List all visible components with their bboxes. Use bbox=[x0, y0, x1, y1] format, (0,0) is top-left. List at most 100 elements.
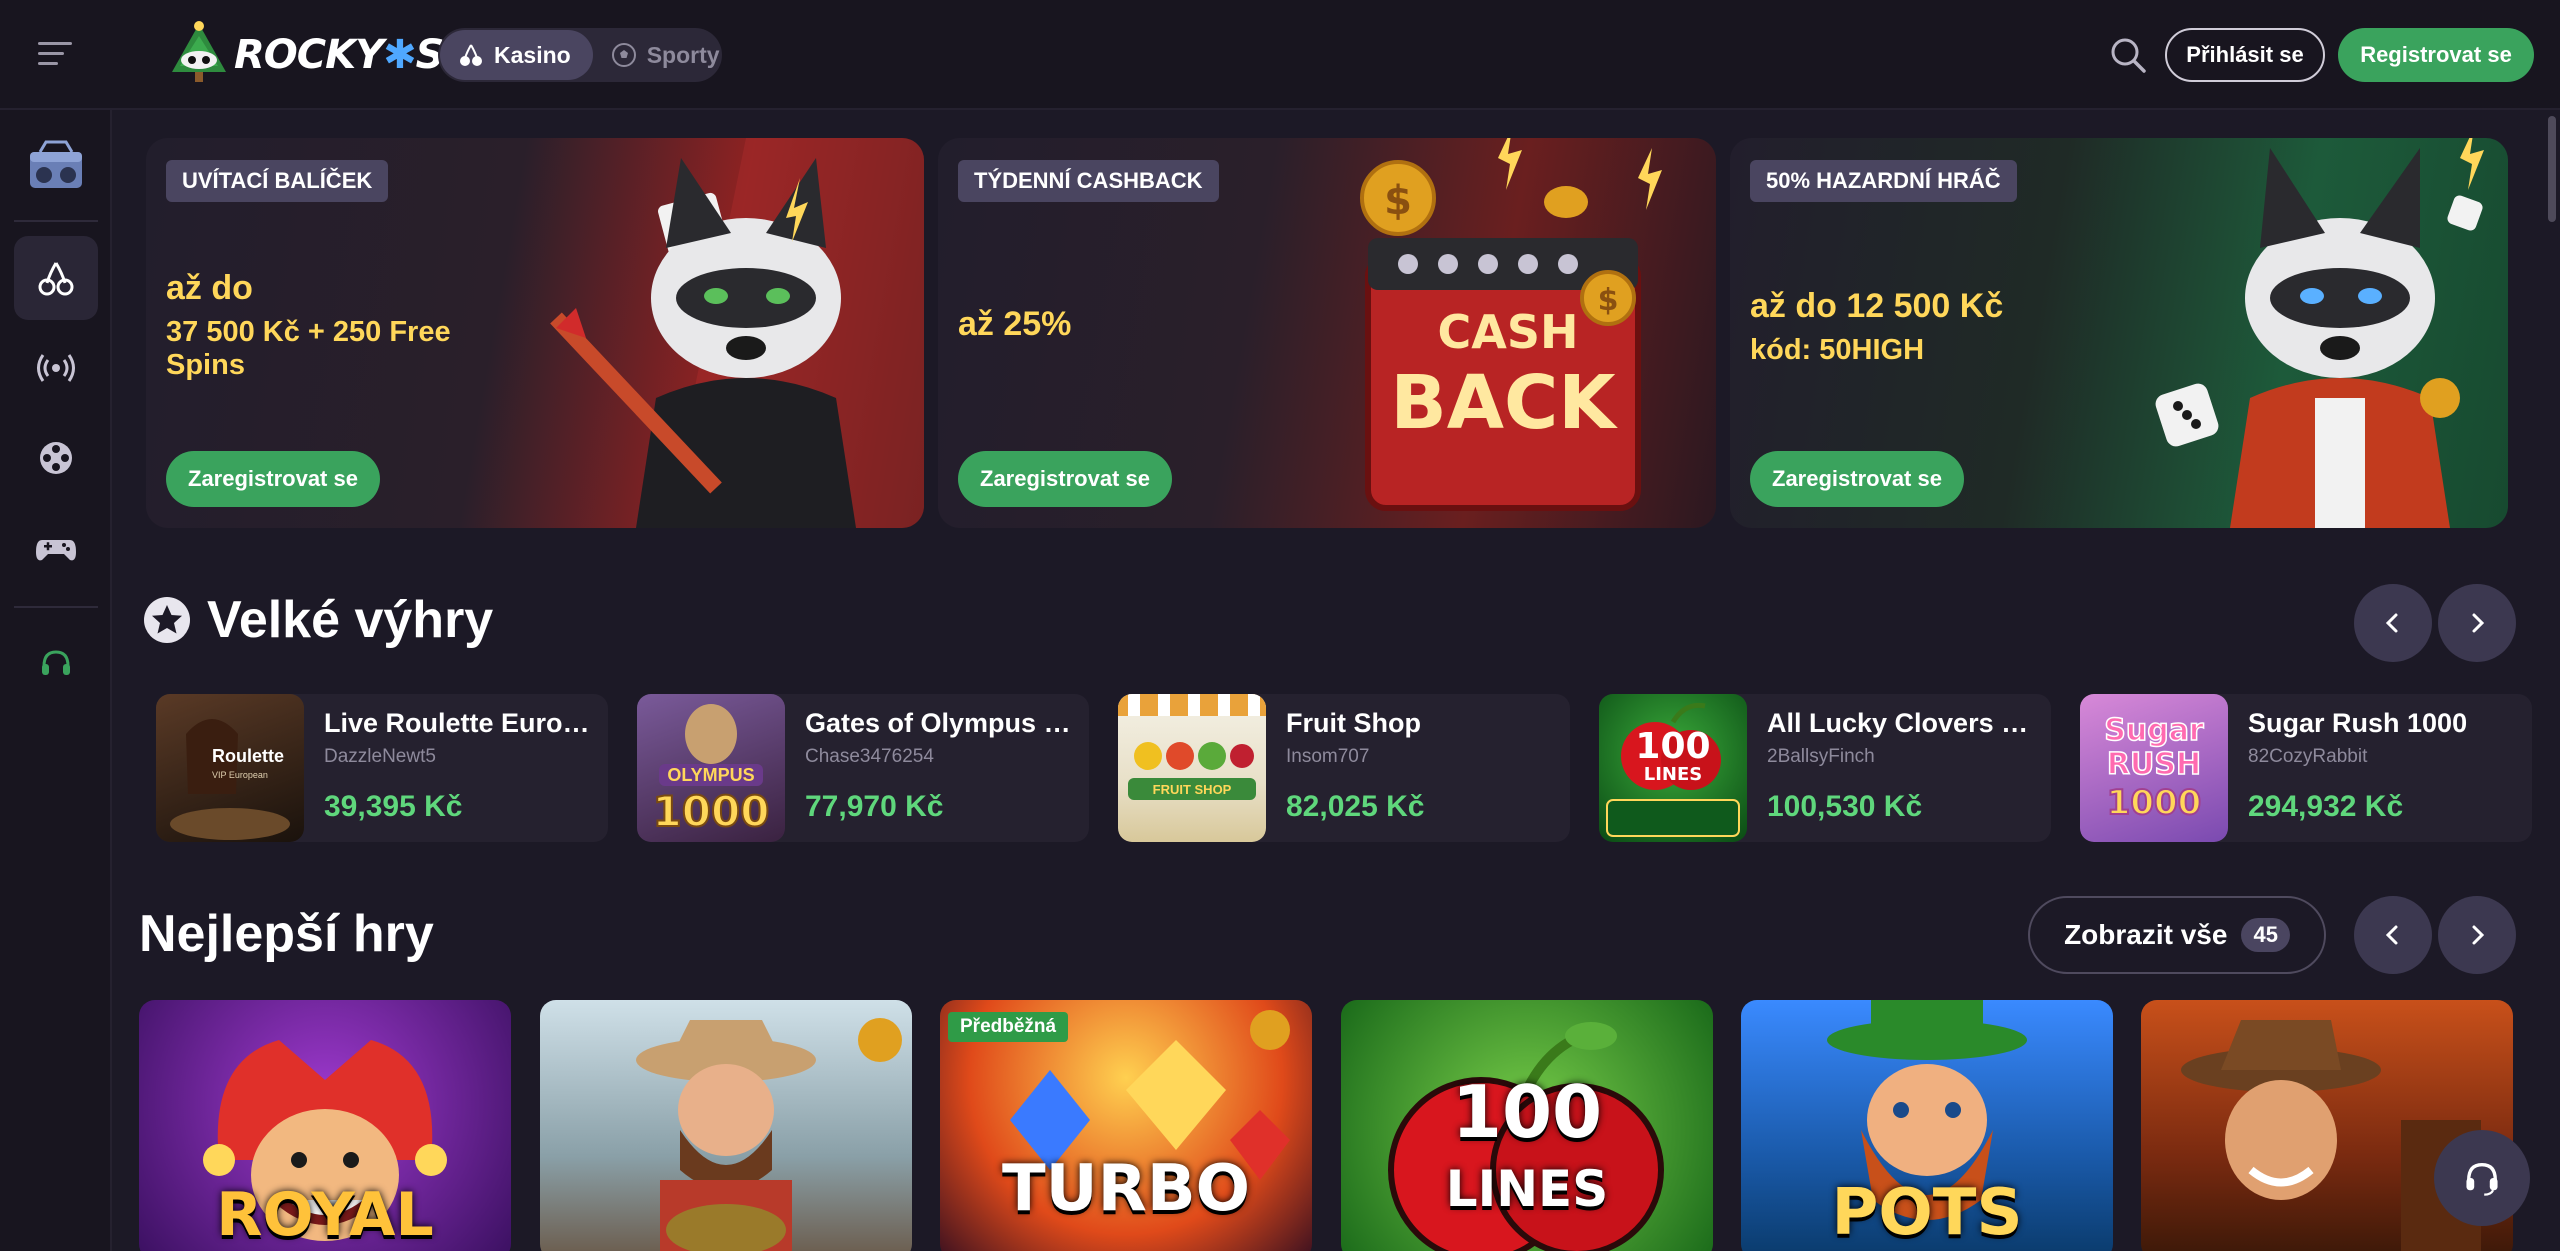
game-tile[interactable]: POTS bbox=[1741, 1000, 2113, 1251]
site-logo[interactable]: ROCKY✱SPIN bbox=[164, 20, 519, 90]
svg-text:OLYMPUS: OLYMPUS bbox=[667, 765, 754, 785]
svg-text:LINES: LINES bbox=[1644, 764, 1703, 785]
soccer-ball-icon bbox=[611, 42, 637, 68]
game-tile-title: TURBO bbox=[1001, 1152, 1251, 1226]
banner-headline: až 25% bbox=[958, 305, 1072, 343]
svg-text:$: $ bbox=[1598, 283, 1619, 318]
headset-icon bbox=[42, 650, 70, 675]
star-badge-icon bbox=[144, 597, 190, 643]
register-cta-button[interactable]: Zaregistrovat se bbox=[1750, 451, 1964, 507]
headset-icon bbox=[2466, 1162, 2498, 1196]
game-thumbnail: Sugar RUSH 1000 bbox=[2080, 694, 2228, 842]
top-games-title: Nejlepší hry bbox=[139, 905, 434, 963]
search-icon[interactable] bbox=[2108, 35, 2148, 75]
cherry-icon bbox=[38, 262, 74, 296]
logo-tree-icon bbox=[172, 21, 226, 82]
chevron-left-icon bbox=[2385, 613, 2398, 633]
game-tile-title: 100 bbox=[1451, 1070, 1603, 1154]
sidebar-item-films[interactable] bbox=[14, 416, 98, 500]
big-win-card[interactable]: OLYMPUS 1000 Gates of Olympus 10... Chas… bbox=[637, 694, 1089, 842]
svg-text:Roulette: Roulette bbox=[212, 746, 284, 766]
chevron-right-icon bbox=[2472, 613, 2485, 633]
big-wins-prev-button[interactable] bbox=[2354, 584, 2432, 662]
big-wins-next-button[interactable] bbox=[2438, 584, 2516, 662]
tab-sporty[interactable]: Sporty bbox=[593, 30, 742, 80]
game-thumbnail: OLYMPUS 1000 bbox=[637, 694, 785, 842]
top-header: ROCKY✱SPIN Kasino Sporty Přihlásit se Re… bbox=[0, 0, 2560, 110]
banner-tag: UVÍTACÍ BALÍČEK bbox=[166, 160, 389, 202]
big-win-game-name: Fruit Shop bbox=[1286, 708, 1421, 738]
big-win-game-name: Gates of Olympus 10... bbox=[805, 708, 1075, 738]
gamepad-icon bbox=[36, 540, 76, 561]
chevron-left-icon bbox=[2385, 925, 2398, 945]
show-all-label: Zobrazit vše bbox=[2064, 919, 2228, 950]
promo-banner-high-roller[interactable]: 50% HAZARDNÍ HRÁČ až do 12 500 Kč kód: 5… bbox=[1730, 138, 2508, 528]
promo-banner-cashback[interactable]: CASH BACK $ $ TÝDENNÍ CASHBACK až 25% Za… bbox=[938, 138, 1716, 528]
svg-text:1000: 1000 bbox=[653, 787, 770, 836]
svg-text:1000: 1000 bbox=[2107, 783, 2202, 823]
game-thumbnail: Roulette VIP European bbox=[156, 694, 304, 842]
game-thumbnail: FRUIT SHOP bbox=[1118, 694, 1266, 842]
big-win-amount: 100,530 Kč bbox=[1767, 790, 1923, 823]
register-cta-button[interactable]: Zaregistrovat se bbox=[166, 451, 380, 507]
big-win-game-name: All Lucky Clovers 100 bbox=[1767, 708, 2037, 738]
top-games-next-button[interactable] bbox=[2438, 896, 2516, 974]
sidebar-item-games[interactable] bbox=[14, 506, 98, 590]
sidebar-item-support[interactable] bbox=[14, 622, 98, 706]
game-artwork bbox=[636, 1018, 902, 1251]
cashback-art-text: BACK bbox=[1390, 360, 1618, 446]
sidebar-item-live[interactable] bbox=[14, 326, 98, 410]
tab-kasino-label: Kasino bbox=[494, 41, 571, 68]
login-button[interactable]: Přihlásit se bbox=[2165, 28, 2325, 82]
game-tile[interactable]: Předběžná TURBO bbox=[940, 1000, 1312, 1251]
big-win-amount: 39,395 Kč bbox=[324, 790, 463, 823]
banner-headline: až do 12 500 Kč bbox=[1750, 287, 2004, 325]
page-scrollbar[interactable] bbox=[2548, 116, 2556, 222]
big-win-username: DazzleNewt5 bbox=[324, 746, 436, 767]
big-win-username: Chase3476254 bbox=[805, 746, 934, 767]
top-games-prev-button[interactable] bbox=[2354, 896, 2432, 974]
game-tile[interactable]: 100 LINES bbox=[1341, 1000, 1713, 1251]
big-win-card[interactable]: 100 LINES All Lucky Clovers 100 2BallsyF… bbox=[1599, 694, 2051, 842]
svg-text:RUSH: RUSH bbox=[2107, 747, 2201, 782]
chevron-right-icon bbox=[2472, 925, 2485, 945]
big-win-amount: 294,932 Kč bbox=[2248, 790, 2404, 823]
tab-kasino[interactable]: Kasino bbox=[440, 30, 593, 80]
menu-burger-icon[interactable] bbox=[38, 42, 72, 68]
banner-tag: TÝDENNÍ CASHBACK bbox=[958, 160, 1219, 202]
game-tile[interactable] bbox=[540, 1000, 912, 1251]
game-tile-title: ROYAL bbox=[216, 1180, 434, 1250]
sidebar-item-radio[interactable] bbox=[14, 124, 98, 208]
svg-text:VIP European: VIP European bbox=[212, 770, 268, 780]
game-tile[interactable]: ROYAL bbox=[139, 1000, 511, 1251]
register-cta-button[interactable]: Zaregistrovat se bbox=[958, 451, 1172, 507]
sidebar-item-casino[interactable] bbox=[14, 236, 98, 320]
banner-headline: až do bbox=[166, 269, 253, 307]
game-thumbnail: 100 LINES bbox=[1599, 694, 1747, 842]
register-button[interactable]: Registrovat se bbox=[2338, 28, 2534, 82]
game-tile-subtitle: LINES bbox=[1445, 1160, 1609, 1218]
big-win-username: 82CozyRabbit bbox=[2248, 746, 2368, 767]
big-win-card[interactable]: Roulette VIP European Live Roulette Euro… bbox=[156, 694, 608, 842]
big-win-card[interactable]: FRUIT SHOP Fruit Shop Insom707 82,025 Kč bbox=[1118, 694, 1570, 842]
svg-text:$: $ bbox=[1384, 178, 1412, 224]
promo-banner-welcome[interactable]: UVÍTACÍ BALÍČEK až do 37 500 Kč + 250 Fr… bbox=[146, 138, 924, 528]
live-broadcast-icon bbox=[37, 354, 75, 382]
game-tile-title: POTS bbox=[1831, 1176, 2023, 1250]
live-support-button[interactable] bbox=[2434, 1130, 2530, 1226]
preview-badge: Předběžná bbox=[948, 1012, 1069, 1042]
big-win-username: Insom707 bbox=[1286, 746, 1370, 767]
big-win-game-name: Live Roulette Europ... bbox=[324, 708, 594, 738]
banner-subline: 37 500 Kč + 250 Free Spins bbox=[166, 316, 451, 382]
big-win-game-name: Sugar Rush 1000 bbox=[2248, 708, 2468, 738]
big-win-amount: 82,025 Kč bbox=[1286, 790, 1425, 823]
raccoon-guitar-illustration bbox=[550, 138, 924, 528]
cashback-amp-illustration: CASH BACK $ $ bbox=[1360, 138, 1662, 511]
show-all-button[interactable]: Zobrazit vše 45 bbox=[2028, 896, 2326, 974]
big-win-card[interactable]: Sugar RUSH 1000 Sugar Rush 1000 82CozyRa… bbox=[2080, 694, 2532, 842]
svg-text:Sugar: Sugar bbox=[2104, 713, 2204, 748]
banner-subline: kód: 50HIGH bbox=[1750, 334, 1925, 366]
sidebar-divider bbox=[14, 606, 98, 608]
cherry-icon bbox=[458, 42, 484, 68]
film-reel-icon bbox=[40, 442, 72, 474]
